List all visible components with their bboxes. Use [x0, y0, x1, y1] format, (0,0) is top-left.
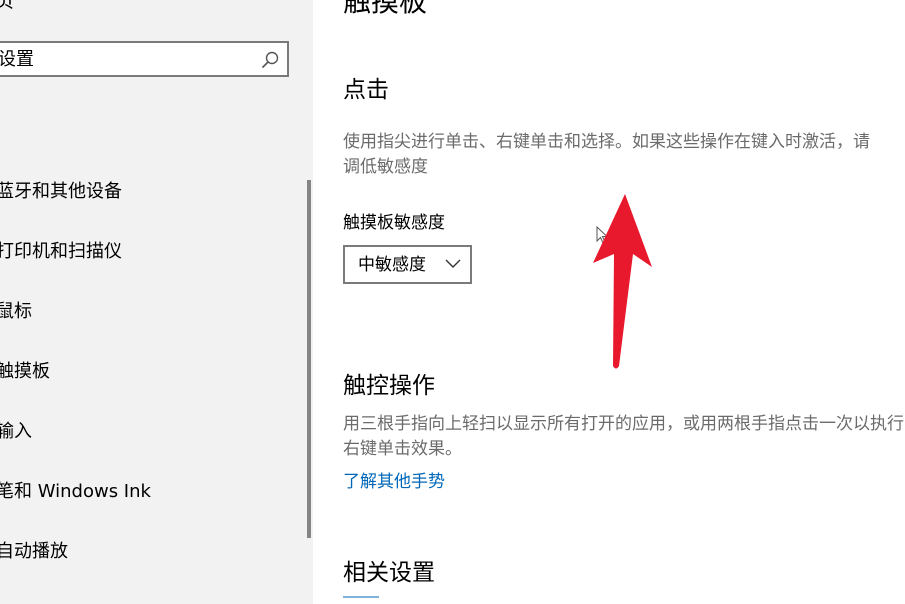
sensitivity-dropdown-value: 中敏感度: [358, 255, 426, 275]
sidebar-item-touchpad[interactable]: 触摸板: [0, 352, 296, 392]
sidebar-item-bluetooth[interactable]: 蓝牙和其他设备: [0, 172, 296, 212]
sidebar-scrollbar[interactable]: [307, 180, 311, 538]
tap-section-heading: 点击: [343, 77, 389, 103]
sidebar-item-mouse[interactable]: 鼠标: [0, 292, 296, 332]
sidebar-home-label[interactable]: 页: [0, 0, 14, 12]
related-settings-link-partial[interactable]: [343, 596, 383, 604]
sensitivity-dropdown[interactable]: 中敏感度: [343, 245, 472, 284]
more-gestures-link[interactable]: 了解其他手势: [343, 470, 445, 495]
sidebar: 页 设置 蓝牙和其他设备 打印机和扫描仪 鼠标 触摸板 输入 笔和 Window…: [0, 0, 313, 604]
sidebar-item-label: 打印机和扫描仪: [0, 241, 122, 262]
gestures-section-description: 用三根手指向上轻扫以显示所有打开的应用，或用两根手指点击一次以执行右键单击效果。: [343, 414, 904, 459]
sensitivity-label: 触摸板敏感度: [343, 213, 445, 233]
sidebar-item-label: 笔和 Windows Ink: [0, 481, 151, 502]
sidebar-item-autoplay[interactable]: 自动播放: [0, 532, 296, 572]
settings-window: 页 设置 蓝牙和其他设备 打印机和扫描仪 鼠标 触摸板 输入 笔和 Window…: [0, 0, 905, 604]
sidebar-item-pen-windows-ink[interactable]: 笔和 Windows Ink: [0, 472, 296, 512]
sidebar-item-label: 自动播放: [0, 541, 68, 562]
sidebar-item-printers[interactable]: 打印机和扫描仪: [0, 232, 296, 272]
search-icon[interactable]: [261, 51, 279, 69]
related-settings-heading: 相关设置: [343, 560, 435, 586]
sidebar-item-label: 触摸板: [0, 361, 50, 382]
sidebar-item-label: 输入: [0, 421, 32, 442]
page-title: 触摸板: [343, 0, 428, 18]
sidebar-item-label: 蓝牙和其他设备: [0, 181, 122, 202]
sidebar-item-label: 鼠标: [0, 301, 32, 322]
search-input[interactable]: 设置: [0, 41, 289, 77]
tap-section-description: 使用指尖进行单击、右键单击和选择。如果这些操作在键入时激活，请调低敏感度: [343, 132, 870, 177]
sidebar-item-typing[interactable]: 输入: [0, 412, 296, 452]
search-input-text: 设置: [0, 49, 34, 70]
gestures-section-heading: 触控操作: [343, 373, 435, 399]
annotation-arrow-icon: [593, 194, 652, 369]
chevron-down-icon: [445, 259, 461, 268]
